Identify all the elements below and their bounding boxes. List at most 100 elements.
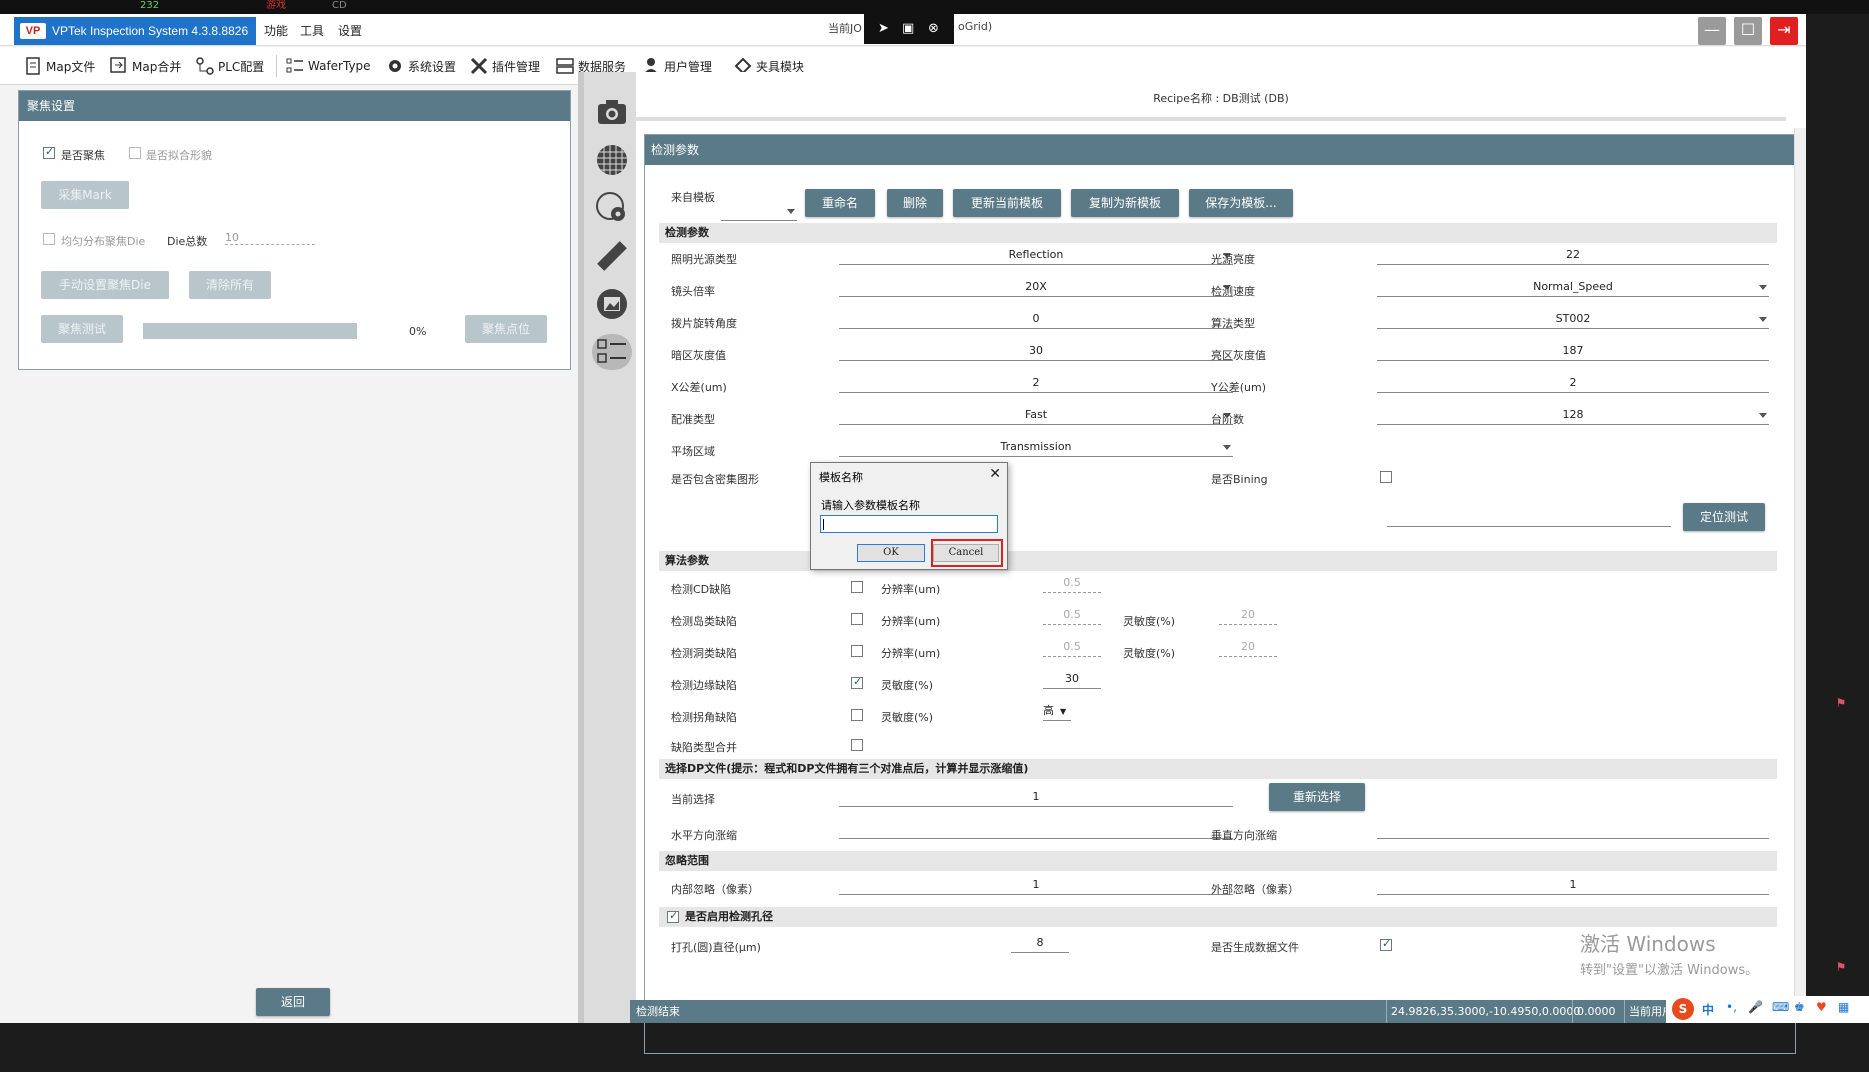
light-type-select[interactable]: Reflection: [839, 245, 1233, 265]
punctuation-icon[interactable]: •,: [1726, 1000, 1737, 1014]
dp-h-field[interactable]: [839, 819, 1233, 839]
collect-mark-button[interactable]: 采集Mark: [41, 181, 129, 209]
rotate-field[interactable]: 0: [839, 309, 1233, 329]
algo-param2-field[interactable]: 20: [1219, 605, 1277, 625]
bining-checkbox[interactable]: [1380, 471, 1392, 483]
algo-param-field[interactable]: 0.5: [1043, 573, 1101, 593]
algo-row-label: 缺陷类型合并: [671, 741, 737, 754]
dp-current-field[interactable]: 1: [839, 787, 1233, 807]
list-icon: [286, 57, 304, 75]
ytol-field[interactable]: 2: [1377, 373, 1769, 393]
dp-v-field[interactable]: [1377, 819, 1769, 839]
ime-mode-label[interactable]: 中: [1702, 1001, 1714, 1018]
sogou-ime-icon[interactable]: S: [1672, 998, 1694, 1020]
exit-button[interactable]: ⇥: [1770, 17, 1798, 45]
bright-field[interactable]: 187: [1377, 341, 1769, 361]
rename-button[interactable]: 重命名: [805, 189, 875, 217]
watermark-line2: 转到"设置"以激活 Windows。: [1580, 963, 1759, 978]
menu-settings[interactable]: 设置: [338, 22, 362, 39]
algo-type-select[interactable]: ST002: [1377, 309, 1769, 329]
detect-hole-checkbox[interactable]: [851, 645, 863, 657]
template-name-input[interactable]: [820, 515, 998, 533]
fit-shape-checkbox[interactable]: [129, 147, 141, 159]
xtol-label: X公差(um): [671, 381, 727, 394]
lens-select[interactable]: 20X: [839, 277, 1233, 297]
camera-icon[interactable]: [594, 94, 630, 130]
microphone-icon[interactable]: 🎤: [1748, 1000, 1763, 1014]
reselect-button[interactable]: 重新选择: [1269, 783, 1365, 811]
browser-tab-2[interactable]: 游戏: [266, 0, 286, 14]
flag-icon[interactable]: ⚑: [1830, 690, 1852, 716]
update-template-button[interactable]: 更新当前模板: [953, 189, 1061, 217]
merge-defect-checkbox[interactable]: [851, 739, 863, 751]
section-ignore: 忽略范围: [659, 851, 1777, 871]
delete-button[interactable]: 删除: [887, 189, 943, 217]
browser-tab-3[interactable]: CD: [332, 0, 347, 14]
algo-param-field[interactable]: 0.5: [1043, 637, 1101, 657]
close-icon[interactable]: ✕: [989, 466, 1001, 482]
tool-label: WaferType: [308, 59, 371, 73]
shirt-icon[interactable]: ♚: [1794, 1000, 1805, 1014]
algo-param-label: 分辨率(um): [881, 583, 941, 596]
maximize-button[interactable]: ☐: [1734, 17, 1762, 45]
menu-function[interactable]: 功能: [264, 22, 288, 39]
xtol-field[interactable]: 2: [839, 373, 1233, 393]
wafer-grid-icon[interactable]: [594, 142, 630, 178]
outer-field[interactable]: 1: [1377, 875, 1769, 895]
detect-edge-checkbox[interactable]: [851, 675, 863, 689]
enable-hole-checkbox[interactable]: [667, 909, 679, 923]
wafer-settings-icon[interactable]: [594, 190, 630, 226]
dark-field[interactable]: 30: [839, 341, 1233, 361]
save-template-button[interactable]: 保存为模板...: [1189, 189, 1293, 217]
algo-param-field[interactable]: 0.5: [1043, 605, 1101, 625]
detect-corner-checkbox[interactable]: [851, 709, 863, 721]
ruler-icon[interactable]: [594, 238, 630, 274]
flag-icon[interactable]: ⚑: [1830, 954, 1852, 980]
detect-cd-checkbox[interactable]: [851, 581, 863, 593]
keyboard-icon[interactable]: ⌨: [1772, 1000, 1789, 1014]
is-focus-checkbox[interactable]: [43, 145, 55, 159]
bining-label: 是否Bining: [1211, 473, 1268, 486]
menu-tools[interactable]: 工具: [300, 22, 324, 39]
grid-icon[interactable]: ▦: [1838, 1000, 1849, 1014]
uniform-die-checkbox[interactable]: [43, 233, 55, 245]
inner-field[interactable]: 1: [839, 875, 1233, 895]
checklist-icon[interactable]: [592, 334, 632, 370]
speed-select[interactable]: Normal_Speed: [1377, 277, 1769, 297]
dark-label: 暗区灰度值: [671, 349, 726, 362]
progress-percent: 0%: [409, 325, 427, 338]
flat-select[interactable]: Transmission: [839, 437, 1233, 457]
die-total-field[interactable]: 10: [225, 231, 315, 245]
algo-param2-field[interactable]: 20: [1219, 637, 1277, 657]
detect-island-checkbox[interactable]: [851, 613, 863, 625]
focus-test-button[interactable]: 聚焦测试: [41, 315, 123, 343]
recipe-scrollbar[interactable]: [1794, 128, 1806, 996]
focus-point-button[interactable]: 聚焦点位: [465, 315, 547, 343]
copy-template-button[interactable]: 复制为新模板: [1071, 189, 1179, 217]
hole-field[interactable]: 8: [1011, 933, 1069, 953]
app-title-text: VPTek Inspection System 4.3.8.8826: [52, 24, 249, 38]
dp-current-label: 当前选择: [671, 793, 715, 806]
steps-select[interactable]: 128: [1377, 405, 1769, 425]
plc-icon: [196, 57, 214, 75]
bright-label: 亮区灰度值: [1211, 349, 1266, 362]
screen-icon[interactable]: ▣: [902, 21, 914, 36]
align-select[interactable]: Fast: [839, 405, 1233, 425]
light-bright-field[interactable]: 22: [1377, 245, 1769, 265]
clear-all-button[interactable]: 清除所有: [189, 271, 271, 299]
back-button[interactable]: 返回: [256, 988, 330, 1016]
ok-button[interactable]: OK: [857, 544, 925, 562]
gen-data-checkbox[interactable]: [1380, 937, 1392, 951]
algo-param-field[interactable]: 30: [1043, 669, 1101, 689]
close-remote-icon[interactable]: ⊗: [928, 21, 939, 36]
locate-test-button[interactable]: 定位测试: [1683, 503, 1765, 531]
locate-field[interactable]: [1387, 507, 1671, 527]
corner-sensitivity-select[interactable]: 高 ▼: [1043, 701, 1071, 721]
skin-icon[interactable]: ♥: [1816, 1000, 1827, 1014]
template-select[interactable]: [721, 201, 797, 221]
browser-tab-1[interactable]: 232: [140, 0, 159, 14]
image-icon[interactable]: [594, 286, 630, 322]
minimize-button[interactable]: —: [1698, 17, 1726, 45]
pin-icon[interactable]: ➤: [878, 21, 889, 36]
manual-die-button[interactable]: 手动设置聚焦Die: [41, 271, 169, 299]
